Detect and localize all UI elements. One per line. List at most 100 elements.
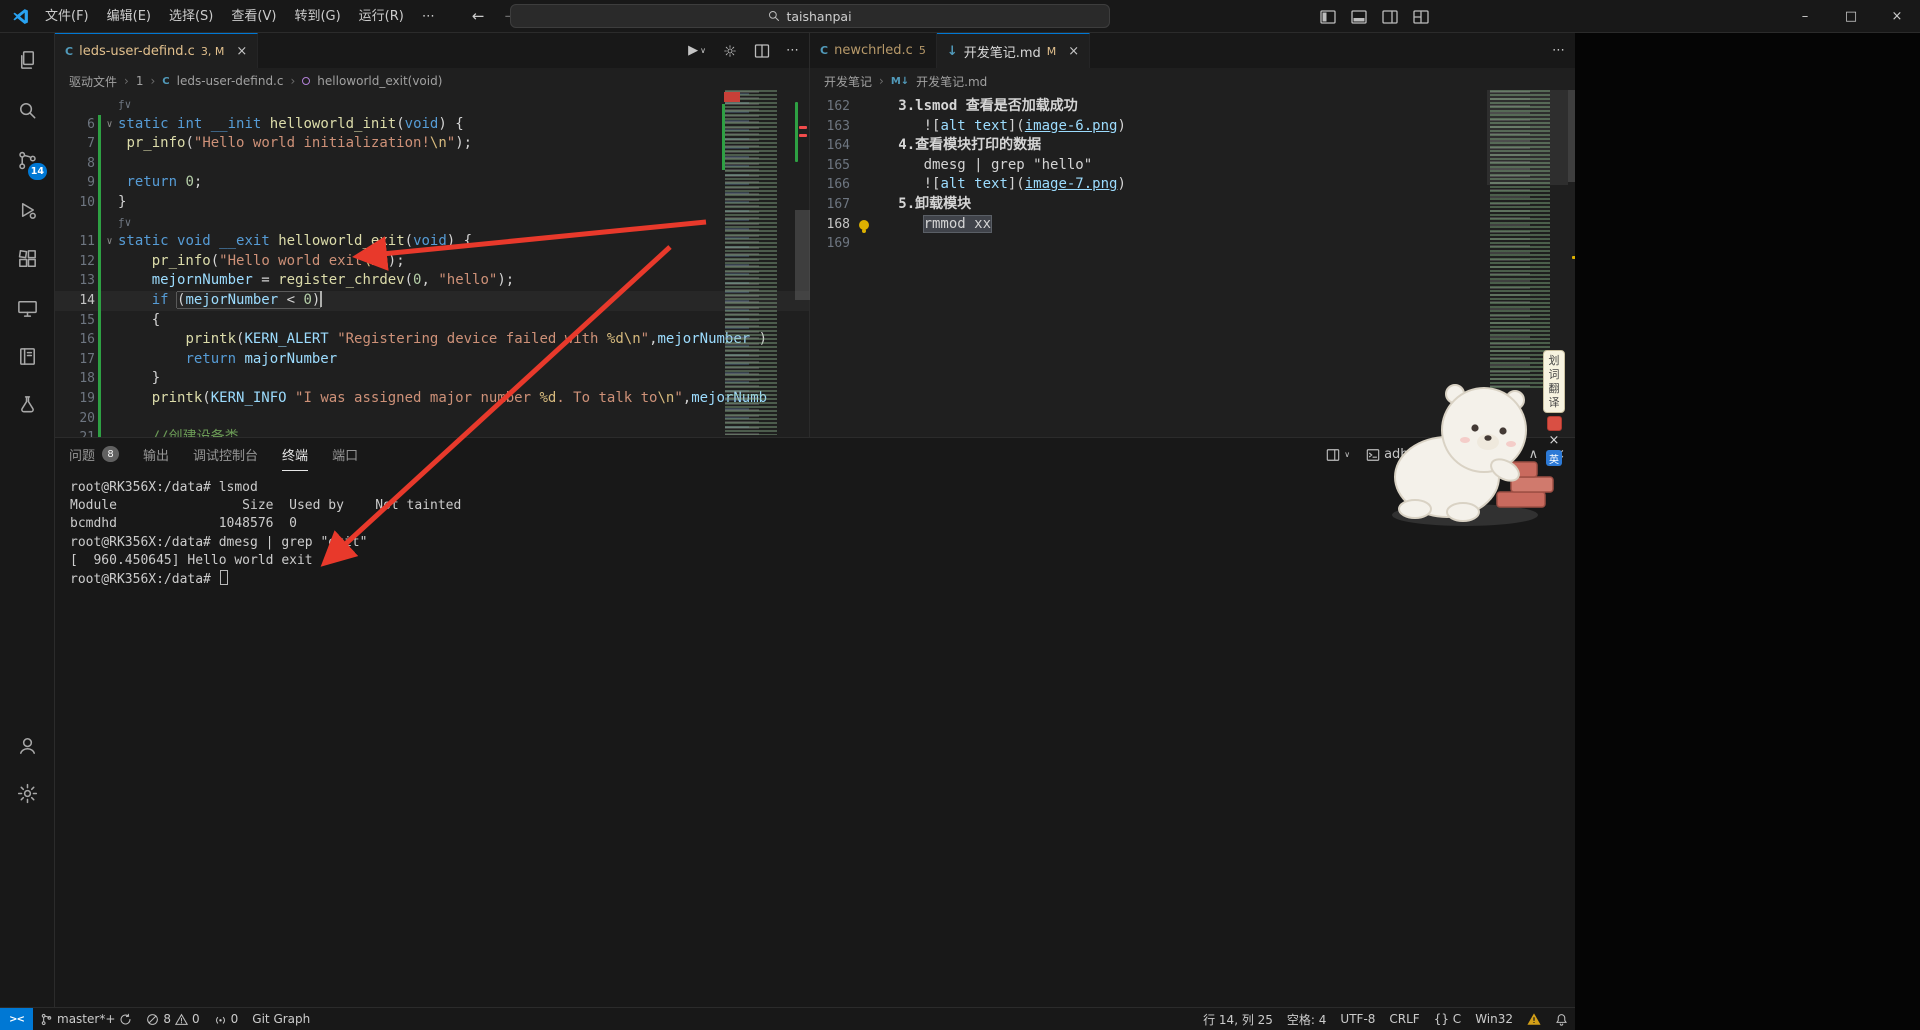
code-line[interactable]: 11∨static void __exit helloworld_exit(vo… xyxy=(55,232,809,252)
more-actions-icon[interactable]: ⋯ xyxy=(1552,43,1565,58)
maximize-panel-icon[interactable]: ∧ xyxy=(1529,447,1539,462)
panel-tab-problems[interactable]: 问题 8 xyxy=(69,438,119,471)
remote-explorer-icon[interactable] xyxy=(0,285,54,331)
breadcrumb-file[interactable]: 开发笔记.md xyxy=(916,73,987,90)
tab-close-icon[interactable]: × xyxy=(236,44,247,59)
git-graph-button[interactable]: Git Graph xyxy=(245,1008,317,1030)
more-actions-icon[interactable]: ⋯ xyxy=(786,43,799,58)
code-line[interactable]: 13 mejornNumber = register_chrdev(0, "he… xyxy=(55,271,809,291)
extensions-icon[interactable] xyxy=(0,236,54,282)
code-line[interactable]: 168 rmmod xx xyxy=(810,215,1575,235)
run-c-file-button[interactable]: ▶∨ xyxy=(688,43,706,58)
code-line[interactable]: 21 //创建设备类 xyxy=(55,428,809,437)
window-maximize-button[interactable]: □ xyxy=(1828,0,1874,33)
panel-tab-output[interactable]: 输出 xyxy=(143,438,169,471)
code-line[interactable]: 18 } xyxy=(55,369,809,389)
code-line[interactable]: 164 4.查看模块打印的数据 xyxy=(810,136,1575,156)
run-settings-gear-icon[interactable] xyxy=(722,43,738,59)
git-branch-status[interactable]: master*+ xyxy=(33,1008,139,1030)
menu-run[interactable]: 运行(R) xyxy=(350,0,413,33)
code-line[interactable]: 166 ![alt text](image-7.png) xyxy=(810,175,1575,195)
menu-overflow[interactable]: ⋯ xyxy=(413,0,446,33)
cursor-position[interactable]: 行 14, 列 25 xyxy=(1196,1008,1280,1030)
breadcrumb-symbol[interactable]: helloworld_exit(void) xyxy=(317,74,442,88)
panel-tab-ports[interactable]: 端口 xyxy=(332,438,358,471)
nav-back-icon[interactable]: ← xyxy=(472,7,485,25)
code-line[interactable]: 163 ![alt text](image-6.png) xyxy=(810,117,1575,137)
terminal-tab-adb[interactable]: adb xyxy=(1366,447,1408,462)
panel-tab-debug-console[interactable]: 调试控制台 xyxy=(193,438,258,471)
indent-setting[interactable]: 空格: 4 xyxy=(1280,1008,1334,1030)
toggle-secondary-sidebar-icon[interactable] xyxy=(1382,9,1398,25)
breadcrumb-folder[interactable]: 1 xyxy=(136,74,144,88)
code-line[interactable]: 169 xyxy=(810,234,1575,254)
code-line[interactable]: 6∨static int __init helloworld_init(void… xyxy=(55,115,809,135)
translate-language-badge[interactable]: 英 xyxy=(1546,450,1562,466)
menu-goto[interactable]: 转到(G) xyxy=(285,0,349,33)
settings-gear-icon[interactable] xyxy=(0,770,54,816)
problems-status[interactable]: 8 0 xyxy=(139,1008,206,1030)
terminal-layout-icon[interactable]: ∨ xyxy=(1326,448,1350,462)
breadcrumb-folder[interactable]: 开发笔记 xyxy=(824,73,872,90)
command-center-search[interactable]: taishanpai xyxy=(510,4,1110,28)
code-line[interactable]: 16 printk(KERN_ALERT "Registering device… xyxy=(55,330,809,350)
translate-app-icon[interactable] xyxy=(1547,416,1562,431)
menu-edit[interactable]: 编辑(E) xyxy=(98,0,160,33)
warning-notification-icon[interactable] xyxy=(1520,1008,1548,1030)
code-line[interactable]: 7 pr_info("Hello world initialization!\n… xyxy=(55,134,809,154)
encoding-setting[interactable]: UTF-8 xyxy=(1333,1008,1382,1030)
split-editor-icon[interactable] xyxy=(754,43,770,59)
code-line[interactable]: 162 3.lsmod 查看是否加载成功 xyxy=(810,97,1575,117)
code-editor-right[interactable]: 162 3.lsmod 查看是否加载成功163 ![alt text](imag… xyxy=(810,97,1575,437)
tab-leds-user-defind[interactable]: C leds-user-defind.c 3, M × xyxy=(55,33,258,68)
breadcrumb[interactable]: 驱动文件› 1› C leds-user-defind.c› helloworl… xyxy=(69,70,442,92)
code-line[interactable]: 17 return majorNumber xyxy=(55,350,809,370)
menu-file[interactable]: 文件(F) xyxy=(36,0,98,33)
run-and-debug-icon[interactable] xyxy=(0,187,54,233)
menu-view[interactable]: 查看(V) xyxy=(222,0,285,33)
code-line[interactable]: 20 xyxy=(55,409,809,429)
search-icon[interactable] xyxy=(0,87,54,133)
code-line[interactable]: 9 return 0; xyxy=(55,173,809,193)
code-line[interactable]: ƒ∨ xyxy=(55,95,809,115)
breadcrumb-file[interactable]: leds-user-defind.c xyxy=(177,74,284,88)
explorer-icon[interactable] xyxy=(0,37,54,83)
code-line[interactable]: 14 if (mejorNumber < 0) xyxy=(55,291,809,311)
toggle-sidebar-icon[interactable] xyxy=(1320,9,1336,25)
eol-setting[interactable]: CRLF xyxy=(1382,1008,1426,1030)
code-line[interactable]: 10} xyxy=(55,193,809,213)
translate-widget-label[interactable]: 划 词 翻 译 xyxy=(1543,350,1565,413)
toggle-panel-icon[interactable] xyxy=(1351,9,1367,25)
window-close-button[interactable]: × xyxy=(1874,0,1920,33)
menu-selection[interactable]: 选择(S) xyxy=(160,0,222,33)
tab-close-icon[interactable]: × xyxy=(1068,44,1079,59)
cpp-config[interactable]: Win32 xyxy=(1468,1008,1520,1030)
breadcrumb[interactable]: 开发笔记› M↓ 开发笔记.md xyxy=(824,70,987,92)
tab-newchrled[interactable]: C newchrled.c 5 xyxy=(810,33,937,68)
customize-layout-icon[interactable] xyxy=(1413,9,1429,25)
bell-icon[interactable] xyxy=(1548,1008,1575,1030)
language-mode[interactable]: {} C xyxy=(1427,1008,1468,1030)
test-flask-icon[interactable] xyxy=(0,381,54,427)
code-line[interactable]: 165 dmesg | grep "hello" xyxy=(810,156,1575,176)
remote-indicator[interactable]: >< xyxy=(0,1008,33,1030)
terminal-output[interactable]: root@RK356X:/data# lsmodModule Size Used… xyxy=(70,479,461,588)
account-icon[interactable] xyxy=(0,722,54,768)
scrollbar-thumb[interactable] xyxy=(795,210,810,300)
code-line[interactable]: 8 xyxy=(55,154,809,174)
code-editor-left[interactable]: ƒ∨6∨static int __init helloworld_init(vo… xyxy=(55,95,809,437)
window-minimize-button[interactable]: – xyxy=(1782,0,1828,33)
minimap-left[interactable] xyxy=(722,90,795,437)
ports-status[interactable]: 0 xyxy=(207,1008,246,1030)
panel-tab-terminal[interactable]: 终端 xyxy=(282,438,308,471)
breadcrumb-folder[interactable]: 驱动文件 xyxy=(69,73,117,90)
translate-close-icon[interactable]: × xyxy=(1549,434,1560,447)
translate-widget[interactable]: 划 词 翻 译 × 英 xyxy=(1541,350,1567,466)
kill-terminal-icon[interactable] xyxy=(1425,448,1439,462)
code-line[interactable]: 167 5.卸载模块 xyxy=(810,195,1575,215)
source-control-icon[interactable]: 14 xyxy=(0,137,54,183)
code-line[interactable]: 12 pr_info("Hello world exit\n"); xyxy=(55,252,809,272)
notebook-icon[interactable] xyxy=(0,333,54,379)
code-line[interactable]: 15 { xyxy=(55,311,809,331)
code-line[interactable]: ƒ∨ xyxy=(55,213,809,233)
